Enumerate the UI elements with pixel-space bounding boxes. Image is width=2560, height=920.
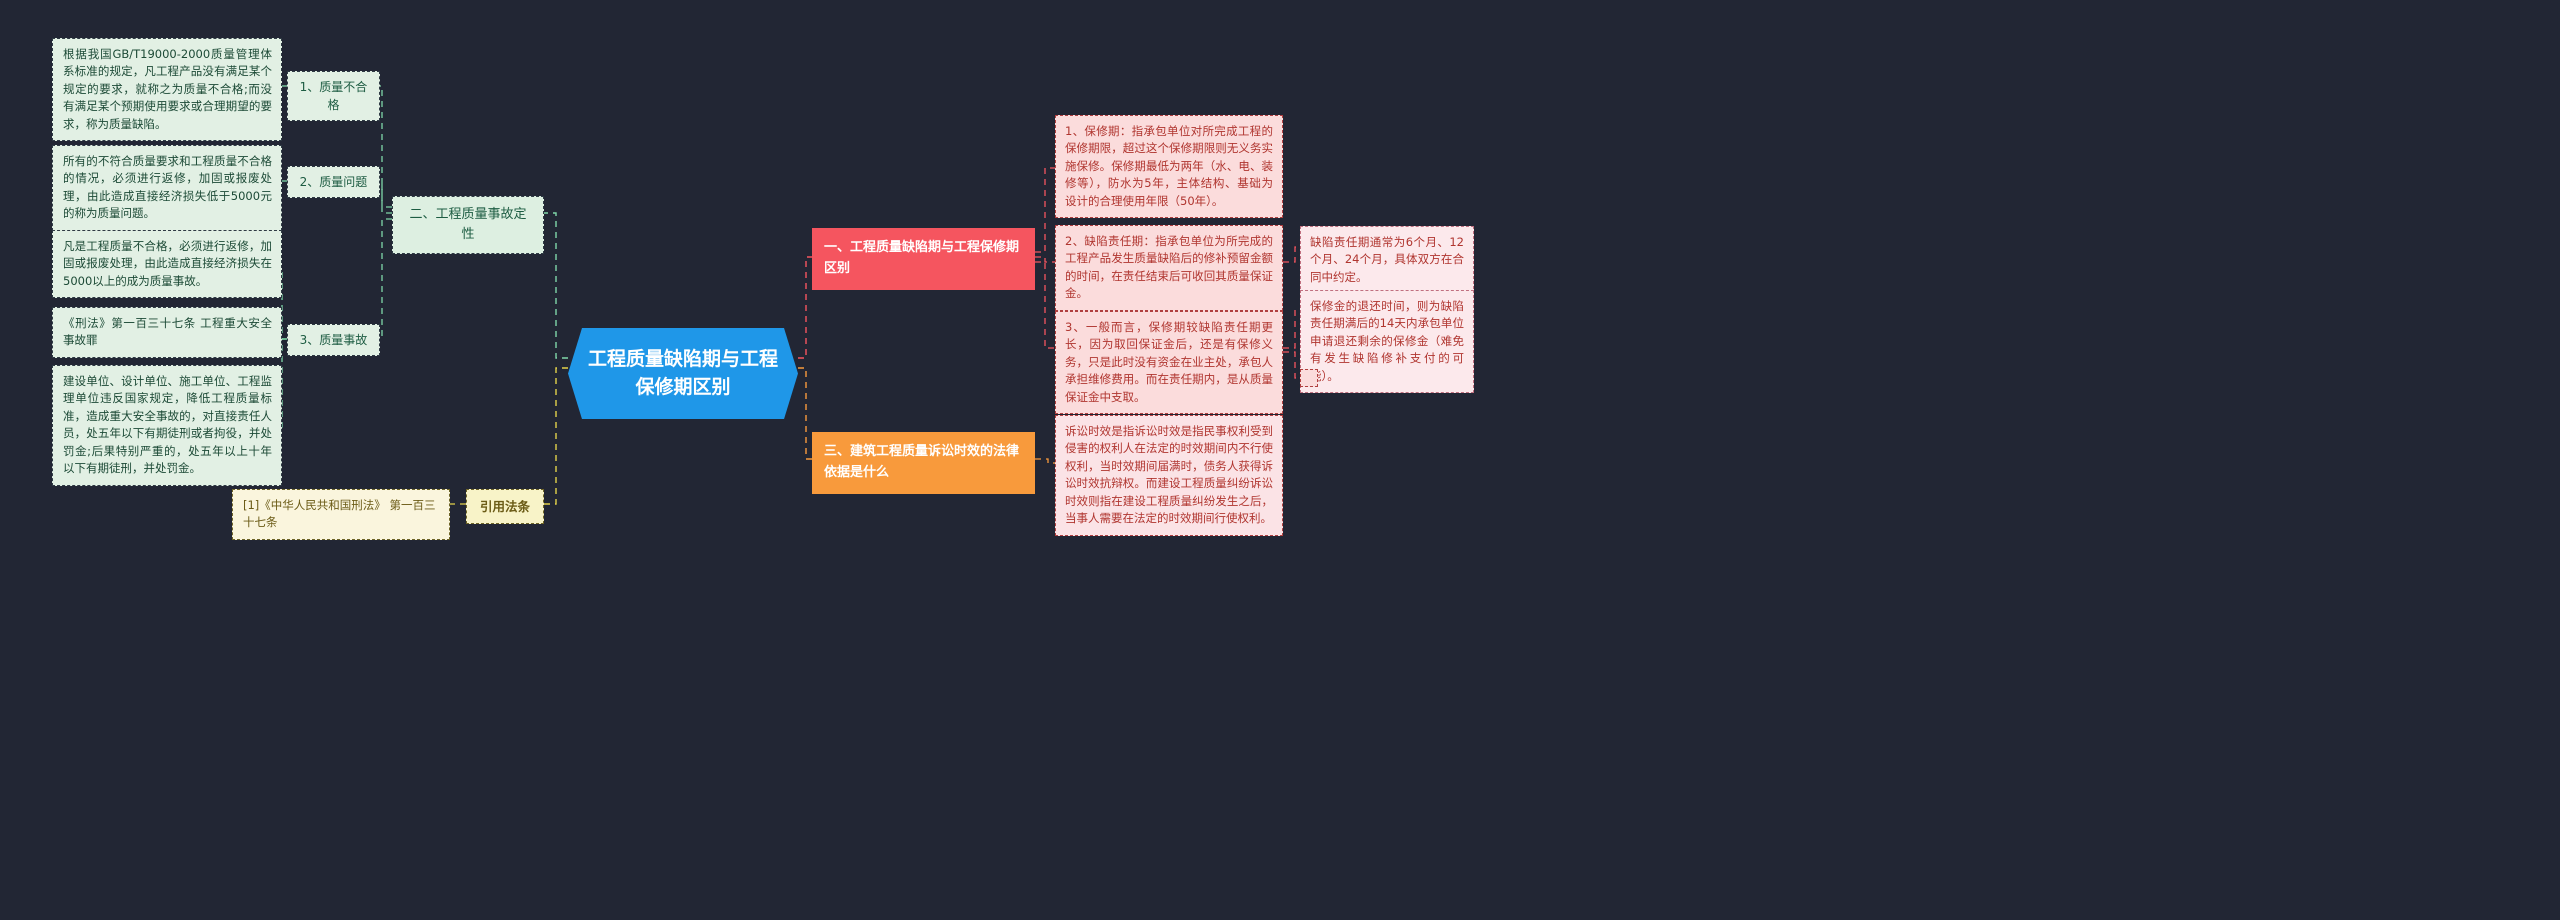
subtopic-chip-quality-accident[interactable]: 3、质量事故 [287, 324, 380, 357]
note-litigation-limitation-detail: 诉讼时效是指诉讼时效是指民事权利受到侵害的权利人在法定的时效期间内不行使权利，当… [1055, 415, 1283, 536]
note-defect-liability-period: 2、缺陷责任期：指承包单位为所完成的工程产品发生质量缺陷后的修补预留金额的时间，… [1055, 225, 1283, 311]
note-quality-problem-definition: 所有的不符合质量要求和工程质量不合格的情况，必须进行返修，加固或报废处理，由此造… [52, 145, 282, 231]
central-topic[interactable]: 工程质量缺陷期与工程保修期区别 [568, 328, 798, 419]
note-warranty-vs-defect-comparison: 3、一般而言，保修期较缺陷责任期更长，因为取回保证金后，还是有保修义务，只是此时… [1055, 311, 1283, 415]
branch-header-litigation-limitation[interactable]: 三、建筑工程质量诉讼时效的法律依据是什么 [812, 432, 1035, 494]
note-criminal-law-penalty: 建设单位、设计单位、施工单位、工程监理单位违反国家规定，降低工程质量标准，造成重… [52, 365, 282, 486]
note-warranty-period: 1、保修期：指承包单位对所完成工程的保修期限，超过这个保修期限则无义务实施保修。… [1055, 115, 1283, 219]
note-warranty-refund-time: 保修金的退还时间，则为缺陷责任期满后的14天内承包单位申请退还剩余的保修金（难免… [1300, 290, 1474, 394]
note-empty-stub [1300, 369, 1318, 387]
subtopic-chip-unqualified-quality[interactable]: 1、质量不合格 [287, 71, 380, 122]
subtopic-chip-quality-problem[interactable]: 2、质量问题 [287, 166, 380, 199]
note-unqualified-quality-definition: 根据我国GB/T19000-2000质量管理体系标准的规定，凡工程产品没有满足某… [52, 38, 282, 142]
note-defect-liability-duration: 缺陷责任期通常为6个月、12个月、24个月，具体双方在合同中约定。 [1300, 226, 1474, 295]
note-quality-accident-definition: 凡是工程质量不合格，必须进行返修，加固或报废处理，由此造成直接经济损失在5000… [52, 230, 282, 299]
branch-header-defect-vs-warranty[interactable]: 一、工程质量缺陷期与工程保修期区别 [812, 228, 1035, 290]
mindmap-canvas: 工程质量缺陷期与工程保修期区别 二、工程质量事故定性 1、质量不合格 2、质量问… [0, 0, 2560, 920]
citation-chip[interactable]: 引用法条 [466, 489, 544, 524]
note-criminal-law-article: 《刑法》第一百三十七条 工程重大安全事故罪 [52, 307, 282, 358]
citation-item: [1]《中华人民共和国刑法》 第一百三十七条 [232, 489, 450, 540]
branch-header-quality-accident-definition[interactable]: 二、工程质量事故定性 [392, 196, 544, 254]
